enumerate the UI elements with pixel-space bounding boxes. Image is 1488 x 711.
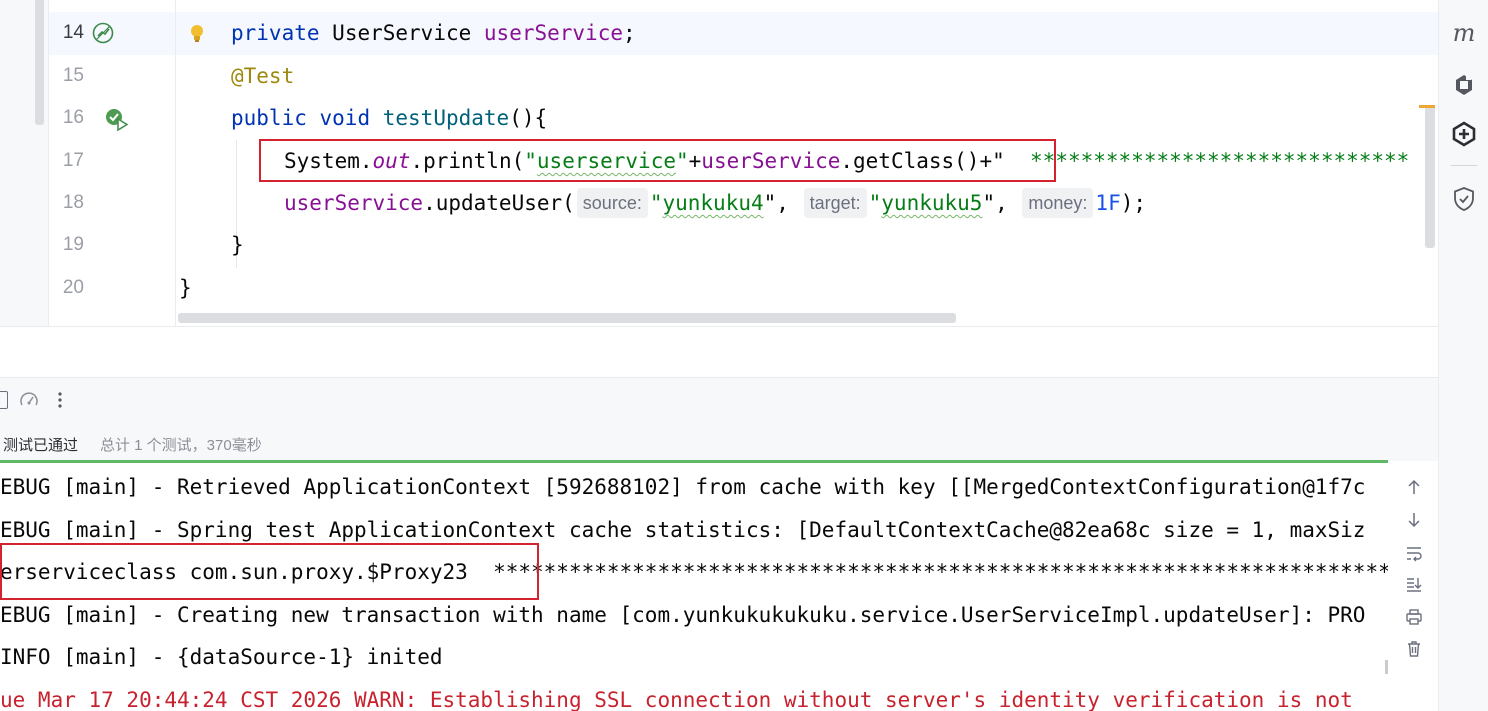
code-text: System.out.println("userservice"+userSer…: [284, 149, 1410, 173]
test-status-row: 测试已通过 总计 1 个测试，370毫秒: [0, 421, 1438, 461]
warning-marker[interactable]: [1419, 105, 1435, 108]
right-tool-window-bar: m: [1438, 0, 1488, 711]
line-number: 17: [62, 150, 84, 171]
layout-icon[interactable]: [0, 391, 8, 409]
code-line-16: 16 public void testUpdate(){: [0, 97, 1438, 139]
code-line-14: 14 private UserService userService;: [0, 12, 1438, 54]
console-line: erserviceclass com.sun.proxy.$Proxy23 **…: [0, 560, 1388, 584]
more-options-icon[interactable]: [52, 389, 68, 411]
intention-bulb-icon[interactable]: [189, 23, 205, 45]
code-line-20: 20 }: [0, 267, 1438, 309]
code-line-15: 15 @Test: [0, 55, 1438, 97]
editor-vertical-scrollbar[interactable]: [1425, 105, 1435, 248]
code-line-19: 19 }: [0, 224, 1438, 266]
console-line: EBUG [main] - Retrieved ApplicationConte…: [0, 475, 1366, 499]
console-line: INFO [main] - {dataSource-1} inited: [0, 645, 443, 669]
line-number: 15: [62, 65, 84, 86]
spring-bean-gutter-icon[interactable]: [91, 21, 115, 45]
annotation-text: @Test: [231, 64, 295, 88]
code-text: private UserService userService;: [231, 21, 636, 45]
console-line: EBUG [main] - Creating new transaction w…: [0, 603, 1366, 627]
line-number: 18: [62, 192, 84, 213]
parameter-hint: target:: [803, 188, 867, 218]
arrow-down-icon[interactable]: [1402, 508, 1426, 532]
toolbar-separator: [1451, 165, 1477, 166]
code-text: }: [231, 233, 244, 257]
print-icon[interactable]: [1402, 605, 1426, 629]
code-line-17: 17 System.out.println("userservice"+user…: [0, 140, 1438, 182]
code-line-18: 18 userService.updateUser(source: "yunkuk…: [0, 182, 1438, 224]
line-number: 14: [62, 22, 84, 43]
parameter-hint: money:: [1022, 188, 1094, 218]
run-panel-header: [0, 327, 1438, 377]
editor-horizontal-scrollbar[interactable]: [178, 313, 956, 323]
maven-icon[interactable]: m: [1449, 18, 1479, 48]
scroll-to-end-icon[interactable]: [1402, 572, 1426, 596]
code-editor[interactable]: 14 private UserService userService; 15 @…: [0, 0, 1438, 326]
line-number: 20: [62, 277, 84, 298]
test-passed-status: 测试已通过: [3, 437, 79, 454]
code-text: public void testUpdate(){: [231, 106, 548, 130]
code-text: }: [179, 276, 192, 300]
run-test-gutter-icon[interactable]: [103, 106, 129, 132]
parameter-hint: source:: [576, 188, 648, 218]
scrolled-line-fragment: [228, 0, 238, 2]
code-text: userService.updateUser(source: "yunkuku4"…: [284, 182, 1146, 224]
ai-assistant-icon[interactable]: [1449, 119, 1479, 149]
line-number: 19: [62, 234, 84, 255]
soft-wrap-icon[interactable]: [1402, 541, 1426, 565]
console-toolbar: [1388, 463, 1438, 711]
test-summary: 总计 1 个测试，370毫秒: [100, 437, 262, 454]
console-warning-line: ue Mar 17 20:44:24 CST 2026 WARN: Establ…: [0, 688, 1353, 711]
gauge-icon[interactable]: [18, 389, 40, 411]
line-number: 16: [62, 107, 84, 128]
console-output[interactable]: EBUG [main] - Retrieved ApplicationConte…: [0, 463, 1388, 711]
arrow-up-icon[interactable]: [1402, 475, 1426, 499]
plugins-icon[interactable]: [1449, 70, 1479, 100]
run-panel-toolbar: [0, 377, 1438, 422]
console-line: EBUG [main] - Spring test ApplicationCon…: [0, 518, 1366, 542]
security-shield-icon[interactable]: [1449, 184, 1479, 214]
clear-trash-icon[interactable]: [1402, 637, 1426, 661]
